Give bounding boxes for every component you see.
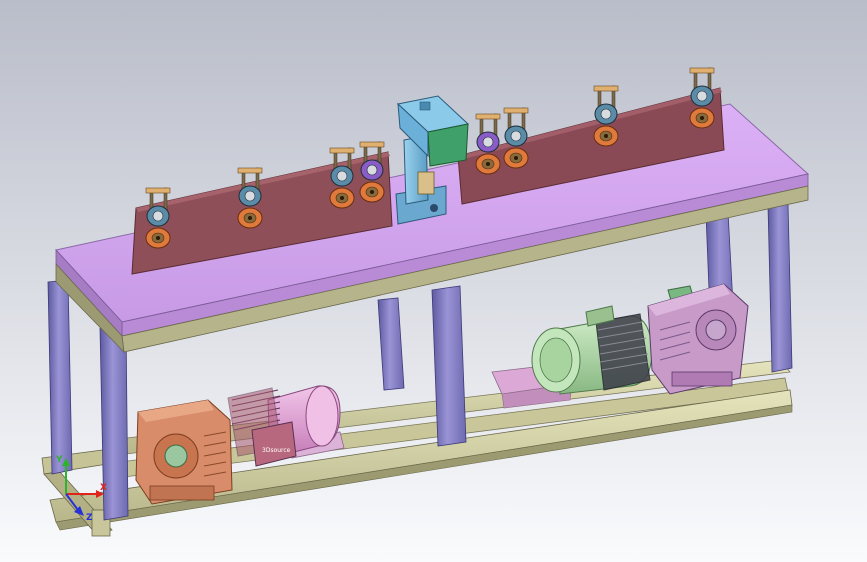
left-gearbox[interactable] [135,399,233,505]
model-viewport-canvas[interactable]: 3Dsource X Y Z [0,0,867,562]
leg-front-left-outer [47,279,73,475]
leg-front-center [431,285,467,447]
leg-front-right [767,203,793,373]
triad-z-label: Z [86,513,93,523]
triad-x-label: X [100,483,107,493]
triad-y-label: Y [55,455,63,465]
motor-brand-label: 3Dsource [262,447,291,454]
graphics-area[interactable]: 3Dsource X Y Z [0,0,867,562]
